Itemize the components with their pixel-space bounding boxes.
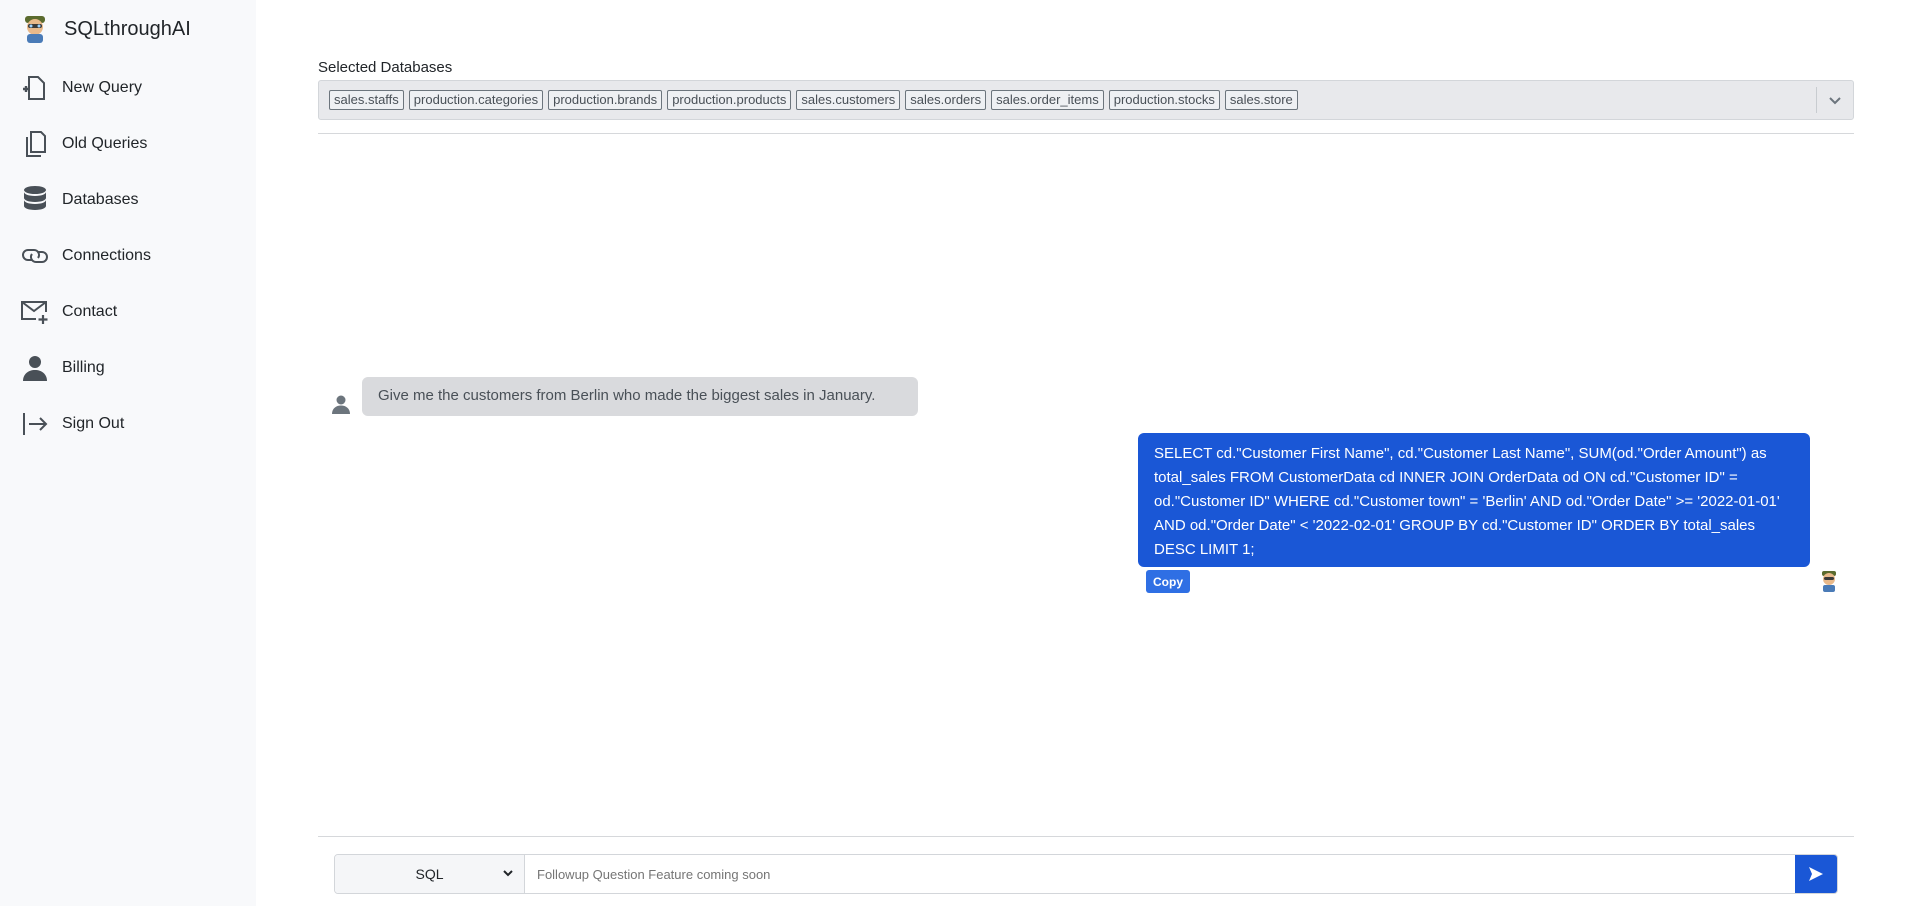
sidebar-item-label: Billing <box>62 359 105 376</box>
sidebar-item-databases[interactable]: Databases <box>0 172 256 228</box>
followup-input-group: SQL <box>334 854 1838 894</box>
user-avatar-icon <box>332 395 350 414</box>
database-chip-list: sales.staffs production.categories produ… <box>329 90 1298 110</box>
app-root: SQLthroughAI New Query Old Queries Datab… <box>0 0 1912 906</box>
database-chip[interactable]: production.products <box>667 90 792 110</box>
database-chip[interactable]: sales.customers <box>796 90 901 110</box>
robot-logo-icon <box>25 16 45 43</box>
sign-out-icon <box>20 409 50 439</box>
select-divider <box>1816 87 1817 113</box>
sidebar-item-label: Contact <box>62 303 118 320</box>
person-icon <box>20 353 50 383</box>
app-title: SQLthroughAI <box>64 17 191 40</box>
sidebar-nav: New Query Old Queries Databases Connecti… <box>0 60 256 452</box>
database-multiselect[interactable]: sales.staffs production.categories produ… <box>318 80 1854 120</box>
main-panel: Selected Databases sales.staffs producti… <box>318 0 1854 906</box>
selected-databases-label: Selected Databases <box>318 59 453 76</box>
send-button[interactable] <box>1795 855 1837 893</box>
database-chip[interactable]: production.stocks <box>1108 90 1220 110</box>
divider <box>318 133 1854 134</box>
files-icon <box>20 129 50 159</box>
user-message-bubble: Give me the customers from Berlin who ma… <box>362 377 918 416</box>
sidebar-item-sign-out[interactable]: Sign Out <box>0 396 256 452</box>
database-chip[interactable]: sales.orders <box>905 90 987 110</box>
database-icon <box>20 185 50 215</box>
language-select[interactable]: SQL <box>335 855 525 893</box>
sidebar-item-billing[interactable]: Billing <box>0 340 256 396</box>
send-icon <box>1809 867 1823 881</box>
sidebar-item-old-queries[interactable]: Old Queries <box>0 116 256 172</box>
database-chip[interactable]: sales.store <box>1224 90 1298 110</box>
chevron-down-icon[interactable] <box>1827 92 1843 108</box>
bot-avatar-icon <box>1822 571 1836 592</box>
chevron-down-icon <box>503 870 513 877</box>
sidebar-item-label: Databases <box>62 191 139 208</box>
database-chip[interactable]: sales.order_items <box>991 90 1104 110</box>
sidebar-item-new-query[interactable]: New Query <box>0 60 256 116</box>
brand[interactable]: SQLthroughAI <box>20 12 191 46</box>
sql-response-bubble: SELECT cd."Customer First Name", cd."Cus… <box>1138 433 1810 567</box>
sidebar-item-connections[interactable]: Connections <box>0 228 256 284</box>
sidebar-item-contact[interactable]: Contact <box>0 284 256 340</box>
sidebar-item-label: Old Queries <box>62 135 148 152</box>
sidebar: SQLthroughAI New Query Old Queries Datab… <box>0 0 256 906</box>
sidebar-item-label: Sign Out <box>62 415 125 432</box>
link-icon <box>20 241 50 271</box>
followup-question-input[interactable] <box>525 855 1795 893</box>
sidebar-item-label: New Query <box>62 79 143 96</box>
sidebar-item-label: Connections <box>62 247 151 264</box>
language-select-value: SQL <box>415 866 444 882</box>
new-file-icon <box>20 73 50 103</box>
mail-plus-icon <box>20 297 50 327</box>
database-chip[interactable]: production.categories <box>408 90 544 110</box>
copy-button[interactable]: Copy <box>1146 570 1190 593</box>
database-chip[interactable]: sales.staffs <box>329 90 404 110</box>
divider <box>318 836 1854 837</box>
database-chip[interactable]: production.brands <box>548 90 663 110</box>
